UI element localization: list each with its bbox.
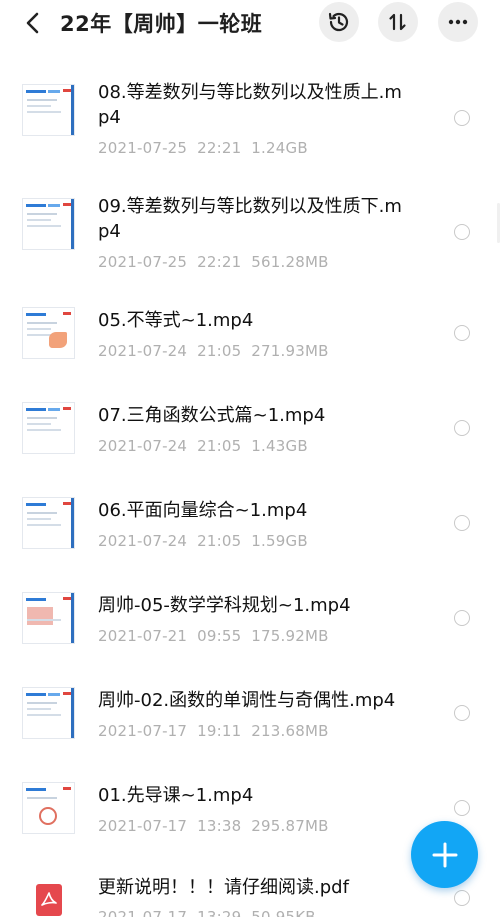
select-radio[interactable]	[454, 515, 470, 531]
chevron-left-icon	[26, 12, 39, 34]
file-meta: 2021-07-24 21:05 1.59GB	[98, 532, 308, 550]
file-name: 更新说明！！！请仔细阅读.pdf	[98, 877, 349, 898]
video-thumbnail	[22, 84, 75, 136]
file-meta: 2021-07-21 09:55 175.92MB	[98, 627, 329, 645]
file-name: 09.等差数列与等比数列以及性质下.mp4	[98, 196, 402, 242]
file-time: 21:05	[197, 437, 242, 455]
file-row[interactable]: 周帅-05-数学学科规划~1.mp4 2021-07-21 09:55 175.…	[0, 559, 500, 654]
file-meta: 2021-07-24 21:05 1.43GB	[98, 437, 308, 455]
file-size: 1.59GB	[251, 532, 308, 550]
back-button[interactable]	[18, 9, 48, 37]
file-row[interactable]: 09.等差数列与等比数列以及性质下.mp4 2021-07-25 22:21 5…	[0, 160, 500, 274]
file-row[interactable]: 08.等差数列与等比数列以及性质上.mp4 2021-07-25 22:21 1…	[0, 46, 500, 160]
select-radio[interactable]	[454, 110, 470, 126]
file-name: 周帅-05-数学学科规划~1.mp4	[98, 595, 351, 616]
sort-icon	[389, 13, 406, 31]
file-name: 06.平面向量综合~1.mp4	[98, 500, 308, 521]
file-meta: 2021-07-24 21:05 271.93MB	[98, 342, 329, 360]
file-row[interactable]: 05.不等式~1.mp4 2021-07-24 21:05 271.93MB	[0, 274, 500, 369]
file-meta: 2021-07-17 13:38 295.87MB	[98, 817, 329, 835]
file-meta: 2021-07-25 22:21 1.24GB	[98, 139, 308, 157]
file-name: 周帅-02.函数的单调性与奇偶性.mp4	[98, 690, 396, 711]
add-button[interactable]	[411, 821, 478, 888]
file-date: 2021-07-24	[98, 437, 188, 455]
pdf-file-icon	[36, 884, 62, 916]
file-date: 2021-07-17	[98, 722, 188, 740]
video-thumbnail	[22, 307, 75, 359]
file-date: 2021-07-24	[98, 532, 188, 550]
file-name: 01.先导课~1.mp4	[98, 785, 254, 806]
page-title: 22年【周帅】一轮班	[60, 12, 263, 36]
select-radio[interactable]	[454, 610, 470, 626]
file-size: 175.92MB	[251, 627, 329, 645]
file-meta: 2021-07-17 19:11 213.68MB	[98, 722, 329, 740]
file-time: 22:21	[197, 139, 242, 157]
file-time: 22:21	[197, 253, 242, 271]
file-meta: 2021-07-17 13:29 50.95KB	[98, 908, 316, 917]
file-time: 13:29	[197, 908, 242, 917]
file-date: 2021-07-25	[98, 139, 188, 157]
select-radio[interactable]	[454, 224, 470, 240]
file-row[interactable]: 07.三角函数公式篇~1.mp4 2021-07-24 21:05 1.43GB	[0, 369, 500, 464]
video-thumbnail	[22, 402, 75, 454]
select-radio[interactable]	[454, 325, 470, 341]
file-name: 07.三角函数公式篇~1.mp4	[98, 405, 326, 426]
history-icon	[328, 12, 349, 32]
file-meta: 2021-07-25 22:21 561.28MB	[98, 253, 329, 271]
file-name: 05.不等式~1.mp4	[98, 310, 254, 331]
history-button[interactable]	[319, 2, 359, 42]
file-date: 2021-07-17	[98, 908, 188, 917]
sort-button[interactable]	[378, 2, 418, 42]
file-time: 13:38	[197, 817, 242, 835]
select-radio[interactable]	[454, 420, 470, 436]
file-list: 08.等差数列与等比数列以及性质上.mp4 2021-07-25 22:21 1…	[0, 46, 500, 917]
file-time: 21:05	[197, 342, 242, 360]
file-date: 2021-07-24	[98, 342, 188, 360]
video-thumbnail	[22, 198, 75, 250]
select-radio[interactable]	[454, 800, 470, 816]
file-time: 21:05	[197, 532, 242, 550]
plus-icon	[432, 842, 457, 867]
file-size: 213.68MB	[251, 722, 329, 740]
file-size: 1.24GB	[251, 139, 308, 157]
video-thumbnail	[22, 497, 75, 549]
file-time: 19:11	[197, 722, 242, 740]
video-thumbnail	[22, 782, 75, 834]
file-time: 09:55	[197, 627, 242, 645]
file-date: 2021-07-21	[98, 627, 188, 645]
select-radio[interactable]	[454, 705, 470, 721]
file-size: 1.43GB	[251, 437, 308, 455]
file-row[interactable]: 周帅-02.函数的单调性与奇偶性.mp4 2021-07-17 19:11 21…	[0, 654, 500, 749]
file-size: 561.28MB	[251, 253, 329, 271]
file-name: 08.等差数列与等比数列以及性质上.mp4	[98, 82, 402, 128]
select-radio[interactable]	[454, 890, 470, 906]
video-thumbnail	[22, 687, 75, 739]
file-date: 2021-07-17	[98, 817, 188, 835]
more-button[interactable]	[438, 2, 478, 42]
file-size: 295.87MB	[251, 817, 329, 835]
more-horizontal-icon	[448, 19, 468, 25]
file-row[interactable]: 06.平面向量综合~1.mp4 2021-07-24 21:05 1.59GB	[0, 464, 500, 559]
file-size: 271.93MB	[251, 342, 329, 360]
file-date: 2021-07-25	[98, 253, 188, 271]
file-size: 50.95KB	[251, 908, 316, 917]
video-thumbnail	[22, 592, 75, 644]
top-bar: 22年【周帅】一轮班	[0, 0, 500, 46]
